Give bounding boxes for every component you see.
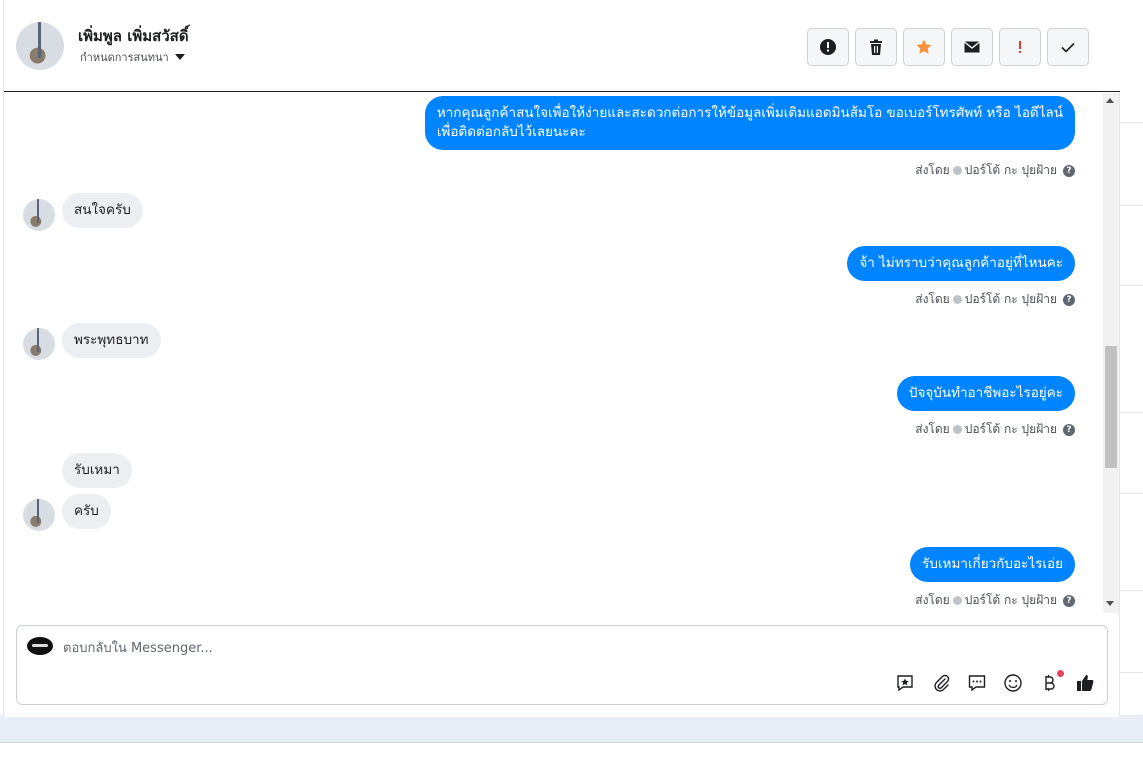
quick-reply-button[interactable] — [966, 672, 988, 694]
mark-unread-button[interactable] — [951, 28, 993, 66]
delete-button[interactable] — [855, 28, 897, 66]
page-footer-band — [0, 715, 1143, 743]
sent-by-info: ส่งโดย ปอร์โต้ กะ ปุยฝ้าย ? — [915, 420, 1075, 439]
contact-avatar[interactable] — [16, 22, 64, 70]
star-icon — [916, 39, 932, 54]
contact-avatar-small — [23, 328, 55, 360]
payment-button[interactable] — [1038, 670, 1064, 694]
help-icon[interactable]: ? — [1063, 293, 1075, 306]
sent-by-label: ส่งโดย — [915, 422, 950, 436]
help-icon[interactable]: ? — [1063, 594, 1075, 607]
envelope-icon — [964, 41, 980, 53]
message-line: หากคุณลูกค้าสนใจเพื่อให้ง่ายและสะดวกต่อก… — [436, 105, 1063, 121]
mark-done-button[interactable] — [1047, 28, 1089, 66]
sent-by-info: ส่งโดย ปอร์โต้ กะ ปุยฝ้าย ? — [915, 161, 1075, 180]
message-list[interactable]: หากคุณลูกค้าสนใจเพื่อให้ง่ายและสะดวกต่อก… — [4, 93, 1120, 613]
help-icon[interactable]: ? — [1063, 423, 1075, 436]
outgoing-message[interactable]: รับเหมาเกี่ยวกับอะไรเอ่ย — [910, 547, 1075, 582]
thumbs-up-icon — [1077, 675, 1094, 691]
contact-name[interactable]: เพิ่มพูล เพิ่มสวัสดิ์ — [78, 24, 189, 48]
agent-name: ปอร์โต้ กะ ปุยฝ้าย — [964, 163, 1057, 177]
sent-by-info: ส่งโดย ปอร์โต้ กะ ปุยฝ้าย ? — [915, 591, 1075, 610]
sent-by-label: ส่งโดย — [915, 593, 950, 607]
help-icon[interactable]: ? — [1063, 164, 1075, 177]
page-avatar — [27, 637, 53, 655]
agent-icon — [952, 166, 962, 175]
conversation-header: เพิ่มพูล เพิ่มสวัสดิ์ กำหนดการสนทนา — [4, 0, 1120, 92]
agent-name: ปอร์โต้ กะ ปุยฝ้าย — [964, 593, 1057, 607]
scroll-up-arrow-icon[interactable] — [1106, 98, 1114, 103]
assign-label: กำหนดการสนทนา — [80, 51, 169, 64]
agent-icon — [952, 295, 962, 304]
exclamation-icon — [1019, 41, 1021, 53]
caret-down-icon — [174, 54, 185, 60]
alert-circle-icon — [820, 39, 836, 55]
mark-spam-button[interactable] — [807, 28, 849, 66]
reply-input[interactable] — [63, 638, 963, 658]
divider — [0, 742, 1143, 743]
agent-icon — [952, 596, 962, 605]
incoming-message[interactable]: รับเหมา — [62, 453, 132, 488]
outgoing-message[interactable]: ปัจจุบันทำอาชีพอะไรอยู่คะ — [896, 376, 1075, 411]
scroll-down-arrow-icon[interactable] — [1106, 601, 1114, 606]
star-button[interactable] — [903, 28, 945, 66]
attachment-icon — [934, 674, 950, 692]
incoming-message[interactable]: ครับ — [62, 494, 111, 529]
reply-composer — [16, 625, 1108, 705]
chat-bubble-icon — [968, 675, 986, 692]
attach-button[interactable] — [930, 672, 952, 694]
message-line: เพื่อติดต่อกลับไว้เลยนะคะ — [436, 124, 586, 140]
notification-dot — [1057, 670, 1064, 677]
incoming-message[interactable]: พระพุทธบาท — [62, 323, 161, 358]
conversation-panel: เพิ่มพูล เพิ่มสวัสดิ์ กำหนดการสนทนา หากค… — [3, 0, 1120, 717]
baht-payment-icon — [1045, 675, 1055, 691]
outgoing-message[interactable]: จ้า ไม่ทราบว่าคุณลูกค้าอยู่ที่ไหนคะ — [847, 246, 1075, 281]
sent-by-label: ส่งโดย — [915, 163, 950, 177]
saved-reply-button[interactable] — [894, 672, 916, 694]
emoji-button[interactable] — [1002, 672, 1024, 694]
agent-name: ปอร์โต้ กะ ปุยฝ้าย — [964, 422, 1057, 436]
contact-avatar-small — [23, 499, 55, 531]
scrollbar-thumb[interactable] — [1105, 346, 1117, 468]
like-button[interactable] — [1074, 672, 1096, 694]
saved-reply-icon — [897, 675, 913, 692]
outgoing-message[interactable]: หากคุณลูกค้าสนใจเพื่อให้ง่ายและสะดวกต่อก… — [424, 96, 1075, 150]
side-panel-edge — [1119, 0, 1143, 715]
follow-up-button[interactable] — [999, 28, 1041, 66]
contact-avatar-small — [23, 199, 55, 231]
trash-icon — [870, 39, 882, 55]
agent-icon — [952, 425, 962, 434]
incoming-message[interactable]: สนใจครับ — [62, 193, 143, 228]
sent-by-label: ส่งโดย — [915, 292, 950, 306]
check-icon — [1061, 42, 1075, 53]
emoji-icon — [1004, 674, 1022, 692]
agent-name: ปอร์โต้ กะ ปุยฝ้าย — [964, 292, 1057, 306]
assign-conversation-dropdown[interactable]: กำหนดการสนทนา — [80, 48, 185, 66]
sent-by-info: ส่งโดย ปอร์โต้ กะ ปุยฝ้าย ? — [915, 290, 1075, 309]
